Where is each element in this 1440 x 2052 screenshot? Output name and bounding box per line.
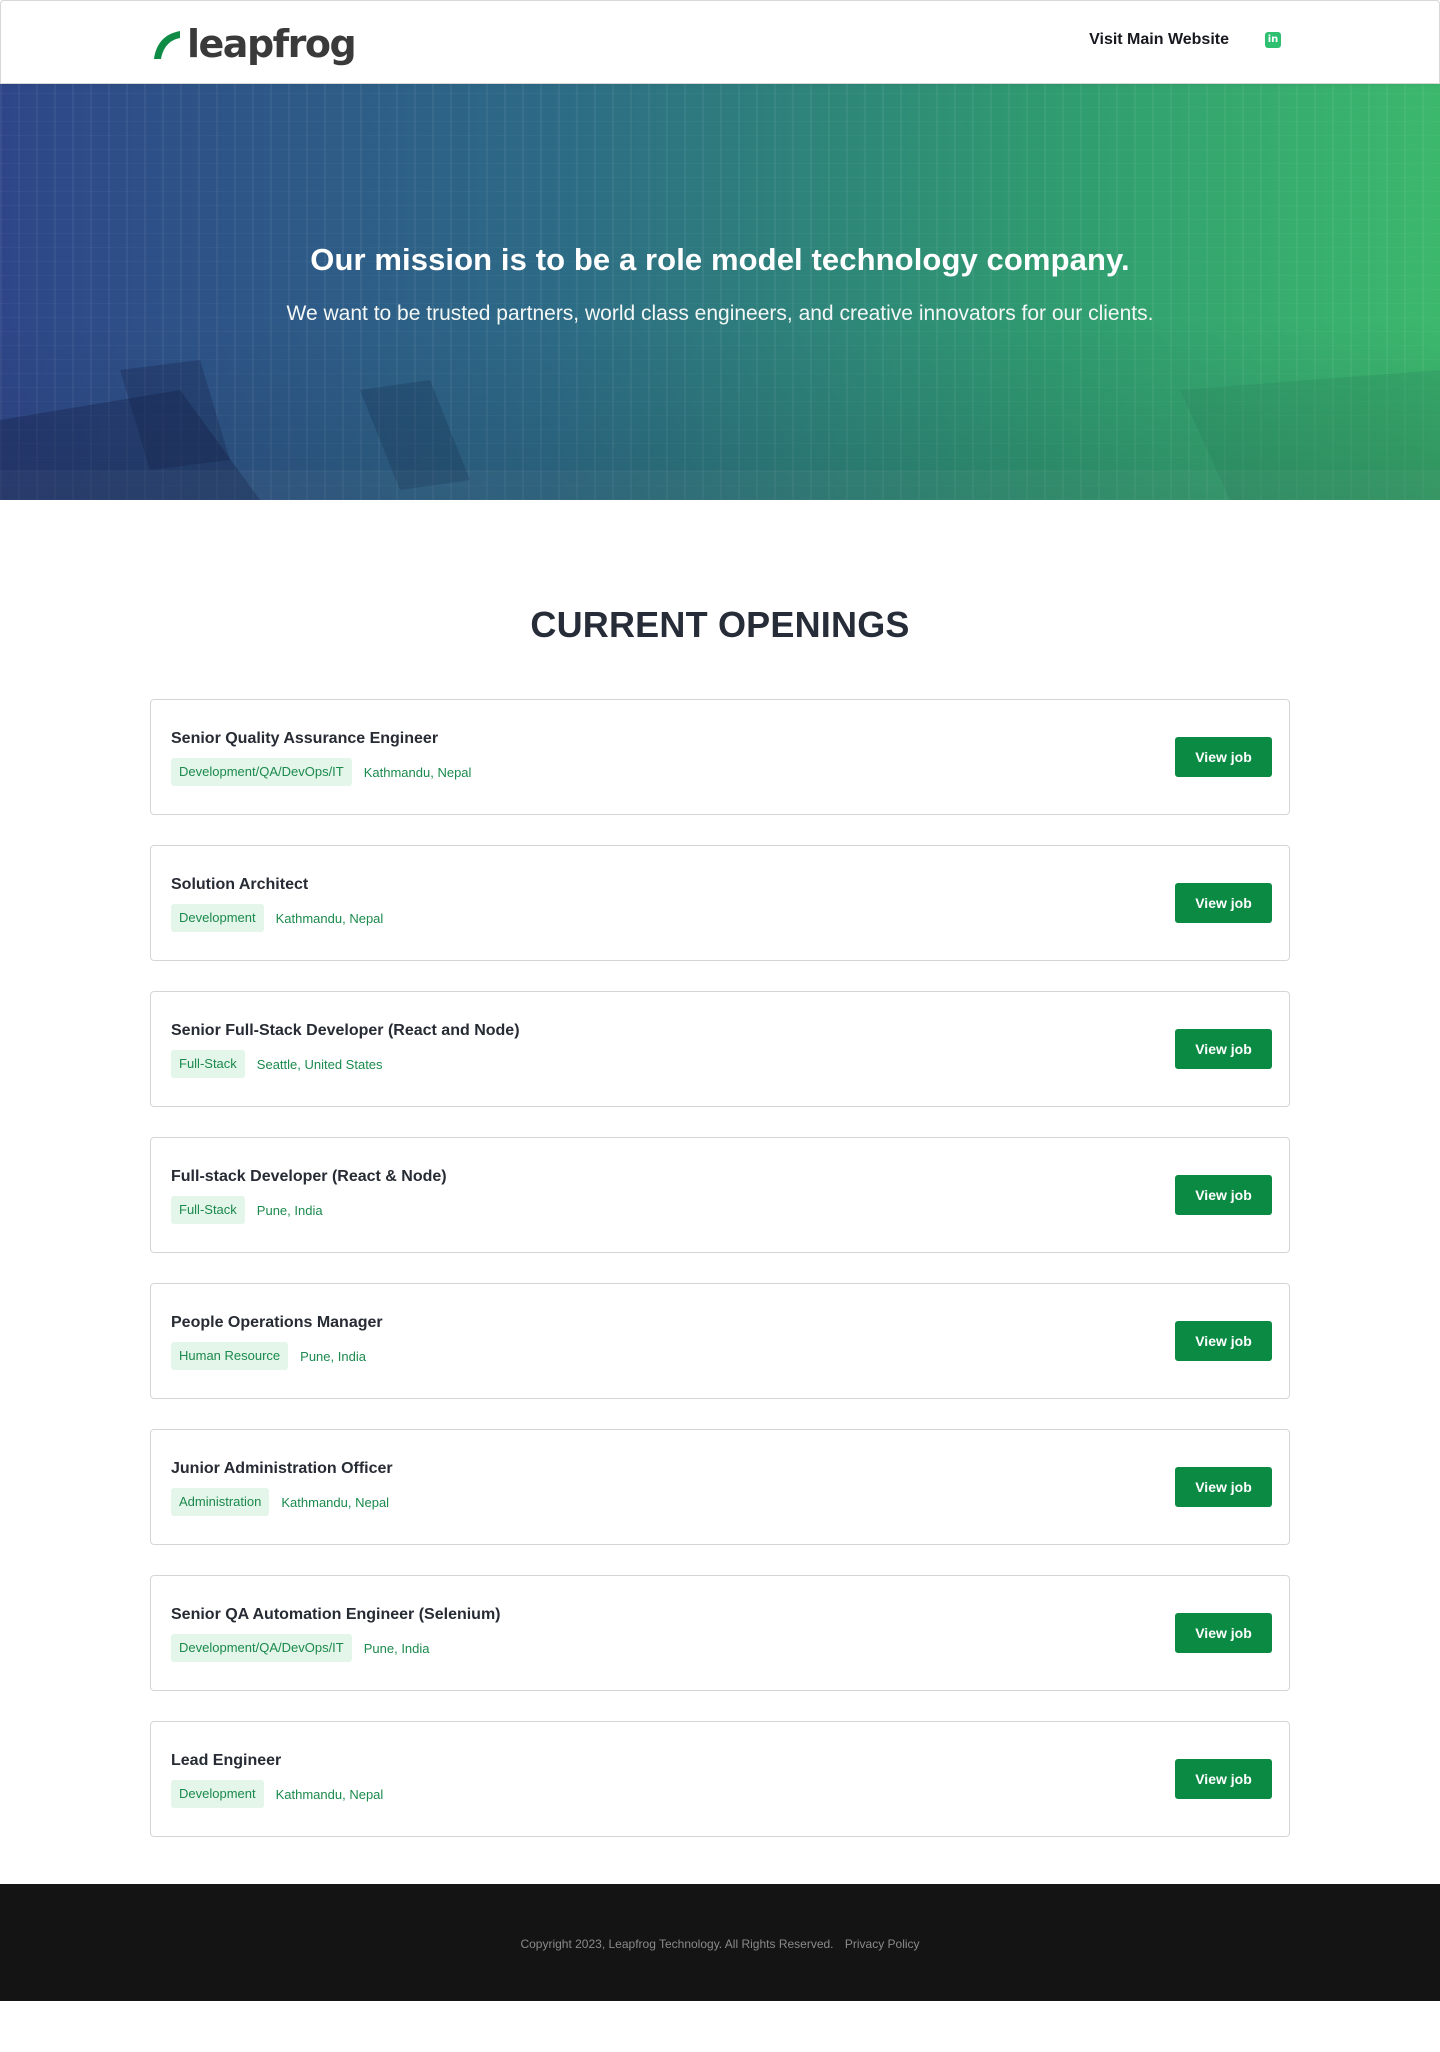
- view-job-button[interactable]: View job: [1175, 1759, 1272, 1799]
- privacy-policy-link[interactable]: Privacy Policy: [845, 1937, 920, 1951]
- view-job-button[interactable]: View job: [1175, 883, 1272, 923]
- job-meta: Human Resource Pune, India: [171, 1342, 366, 1370]
- job-category-tag: Development: [171, 1780, 264, 1808]
- view-job-button[interactable]: View job: [1175, 1613, 1272, 1653]
- job-location: Kathmandu, Nepal: [275, 1786, 384, 1802]
- job-meta: Development/QA/DevOps/IT Pune, India: [171, 1634, 430, 1662]
- job-card: People Operations Manager Human Resource…: [150, 1283, 1290, 1399]
- job-title[interactable]: Junior Administration Officer: [171, 1460, 393, 1478]
- copyright-text: Copyright 2023, Leapfrog Technology. All…: [520, 1937, 834, 1951]
- job-category-tag: Human Resource: [171, 1342, 289, 1370]
- hero-subtitle: We want to be trusted partners, world cl…: [286, 302, 1154, 325]
- job-card: Lead Engineer Development Kathmandu, Nep…: [150, 1721, 1290, 1837]
- job-category-tag: Development/QA/DevOps/IT: [171, 758, 352, 786]
- job-meta: Development/QA/DevOps/IT Kathmandu, Nepa…: [171, 758, 471, 786]
- site-footer: Copyright 2023, Leapfrog Technology. All…: [0, 1884, 1440, 2001]
- job-category-tag: Development/QA/DevOps/IT: [171, 1634, 352, 1662]
- job-location: Pune, India: [300, 1348, 366, 1364]
- job-category-tag: Full-Stack: [171, 1196, 245, 1224]
- view-job-button[interactable]: View job: [1175, 1467, 1272, 1507]
- job-category-tag: Full-Stack: [171, 1050, 245, 1078]
- job-meta: Full-Stack Pune, India: [171, 1196, 323, 1224]
- visit-main-website-link[interactable]: Visit Main Website: [1089, 31, 1229, 49]
- openings-section: CURRENT OPENINGS Senior Quality Assuranc…: [0, 500, 1440, 1837]
- job-title[interactable]: Senior Full-Stack Developer (React and N…: [171, 1022, 520, 1040]
- job-location: Kathmandu, Nepal: [275, 910, 384, 926]
- job-location: Kathmandu, Nepal: [363, 764, 472, 780]
- job-category-tag: Administration: [171, 1488, 270, 1516]
- job-card: Solution Architect Development Kathmandu…: [150, 845, 1290, 961]
- logo-wordmark: leapfrog: [187, 22, 357, 66]
- job-card: Full-stack Developer (React & Node) Full…: [150, 1137, 1290, 1253]
- job-location: Kathmandu, Nepal: [281, 1494, 390, 1510]
- view-job-button[interactable]: View job: [1175, 1321, 1272, 1361]
- job-card: Senior Quality Assurance Engineer Develo…: [150, 699, 1290, 815]
- job-card: Junior Administration Officer Administra…: [150, 1429, 1290, 1545]
- openings-heading: CURRENT OPENINGS: [530, 604, 910, 645]
- job-title[interactable]: People Operations Manager: [171, 1314, 383, 1332]
- job-title[interactable]: Lead Engineer: [171, 1752, 281, 1770]
- view-job-button[interactable]: View job: [1175, 1029, 1272, 1069]
- site-header: leapfrog Visit Main Website in: [0, 0, 1440, 84]
- job-location: Pune, India: [363, 1640, 430, 1656]
- linkedin-icon[interactable]: in: [1265, 32, 1281, 48]
- hero-content: Our mission is to be a role model techno…: [0, 242, 1440, 326]
- hero-title: Our mission is to be a role model techno…: [310, 242, 1130, 277]
- job-meta: Full-Stack Seattle, United States: [171, 1050, 383, 1078]
- job-meta: Development Kathmandu, Nepal: [171, 904, 383, 932]
- job-title[interactable]: Full-stack Developer (React & Node): [171, 1168, 447, 1186]
- job-title[interactable]: Senior QA Automation Engineer (Selenium): [171, 1606, 501, 1624]
- job-meta: Development Kathmandu, Nepal: [171, 1780, 383, 1808]
- hero-banner: Our mission is to be a role model techno…: [0, 84, 1440, 500]
- job-category-tag: Development: [171, 904, 264, 932]
- view-job-button[interactable]: View job: [1175, 1175, 1272, 1215]
- job-location: Pune, India: [256, 1202, 323, 1218]
- job-location: Seattle, United States: [256, 1056, 383, 1072]
- job-title[interactable]: Solution Architect: [171, 876, 308, 894]
- job-meta: Administration Kathmandu, Nepal: [171, 1488, 389, 1516]
- leapfrog-logo[interactable]: leapfrog: [149, 22, 357, 66]
- job-card: Senior QA Automation Engineer (Selenium)…: [150, 1575, 1290, 1691]
- view-job-button[interactable]: View job: [1175, 737, 1272, 777]
- job-list: Senior Quality Assurance Engineer Develo…: [150, 699, 1290, 1837]
- leapfrog-logo-mark-icon: [154, 31, 180, 59]
- job-title[interactable]: Senior Quality Assurance Engineer: [171, 730, 438, 748]
- footer-line: Copyright 2023, Leapfrog Technology. All…: [0, 1884, 1440, 1951]
- header-nav: Visit Main Website in: [1089, 31, 1281, 49]
- job-card: Senior Full-Stack Developer (React and N…: [150, 991, 1290, 1107]
